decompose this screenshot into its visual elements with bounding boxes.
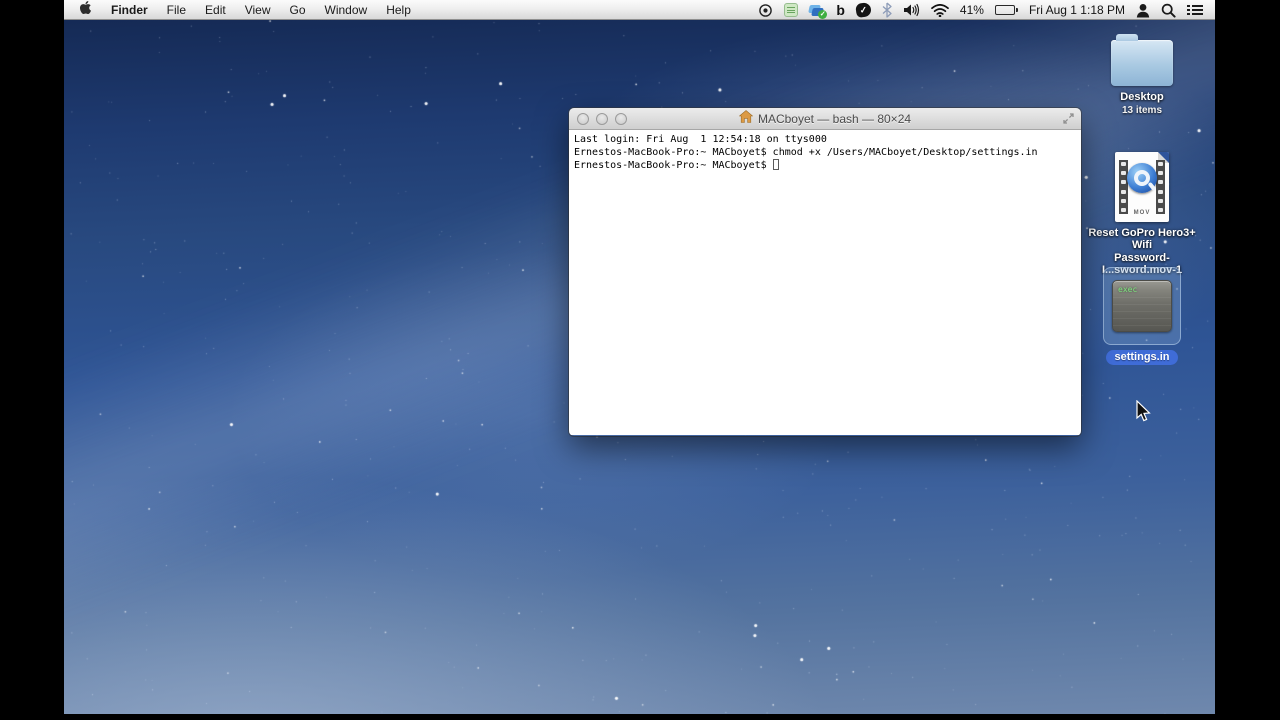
exec-file-icon: exec [1112, 280, 1172, 332]
list-widget-tray-icon[interactable] [784, 3, 799, 17]
battery-icon[interactable] [994, 5, 1018, 15]
menu-window[interactable]: Window [325, 3, 368, 17]
screen-record-icon[interactable] [758, 3, 773, 18]
menu-bar: Finder File Edit View Go Window Help ✓ b… [64, 0, 1215, 20]
exec-badge: exec [1118, 285, 1138, 294]
terminal-cursor [772, 159, 779, 170]
menu-help[interactable]: Help [386, 3, 411, 17]
battery-percent: 41% [959, 3, 984, 17]
terminal-window[interactable]: MACboyet — bash — 80×24 Last login: Fri … [569, 108, 1081, 436]
menu-clock[interactable]: Fri Aug 1 1:18 PM [1029, 3, 1125, 17]
menu-finder[interactable]: Finder [111, 3, 148, 17]
minimize-button[interactable] [596, 113, 608, 125]
window-title: MACboyet — bash — 80×24 [757, 111, 912, 126]
desktop-screen: Finder File Edit View Go Window Help ✓ b… [64, 0, 1215, 714]
wifi-icon[interactable] [931, 3, 949, 17]
settings-exec-item[interactable]: exec settings.in [1078, 267, 1206, 365]
menu-view[interactable]: View [245, 3, 271, 17]
terminal-line: Last login: Fri Aug 1 12:54:18 on ttys00… [574, 134, 827, 145]
menu-file[interactable]: File [167, 3, 186, 17]
bluetooth-icon[interactable] [882, 2, 892, 18]
sync-app-tray-icon[interactable]: ✓ [808, 3, 828, 19]
desktop-folder-item[interactable]: Desktop 13 items [1078, 28, 1206, 116]
terminal-prompt-line: Ernestos-MacBook-Pro:~ MACboyet$ [574, 159, 1076, 172]
fullscreen-resize-icon[interactable] [1062, 112, 1075, 130]
menu-go[interactable]: Go [290, 3, 306, 17]
folder-icon [1111, 34, 1173, 86]
mov-badge: MOV [1133, 210, 1151, 216]
terminal-output[interactable]: Last login: Fri Aug 1 12:54:18 on ttys00… [569, 130, 1081, 435]
quicktime-mov-icon: MOV [1115, 152, 1169, 222]
terminal-titlebar[interactable]: MACboyet — bash — 80×24 [569, 108, 1081, 130]
close-button[interactable] [577, 113, 589, 125]
icon-label-line1: Reset GoPro Hero3+ Wifi [1088, 227, 1196, 251]
apple-menu-icon[interactable] [79, 0, 92, 20]
notification-center-icon[interactable] [1187, 5, 1203, 15]
icon-item-count: 13 items [1121, 105, 1163, 116]
mouse-cursor [1136, 399, 1152, 429]
zoom-button[interactable] [615, 113, 627, 125]
icon-label: Desktop [1120, 91, 1164, 103]
selected-icon-label: settings.in [1106, 350, 1178, 365]
gopro-movie-item[interactable]: MOV Reset GoPro Hero3+ Wifi Password-I..… [1078, 152, 1206, 276]
b-app-tray-icon[interactable]: b [836, 0, 845, 20]
volume-icon[interactable] [903, 3, 920, 17]
terminal-line: Ernestos-MacBook-Pro:~ MACboyet$ chmod +… [574, 147, 1038, 158]
selection-highlight: exec [1103, 267, 1181, 345]
spotlight-search-icon[interactable] [1161, 3, 1176, 18]
home-folder-proxy-icon[interactable] [738, 109, 754, 128]
check-app-tray-icon[interactable]: ✓ [855, 2, 872, 18]
user-account-icon[interactable] [1136, 3, 1150, 18]
menu-edit[interactable]: Edit [205, 3, 226, 17]
